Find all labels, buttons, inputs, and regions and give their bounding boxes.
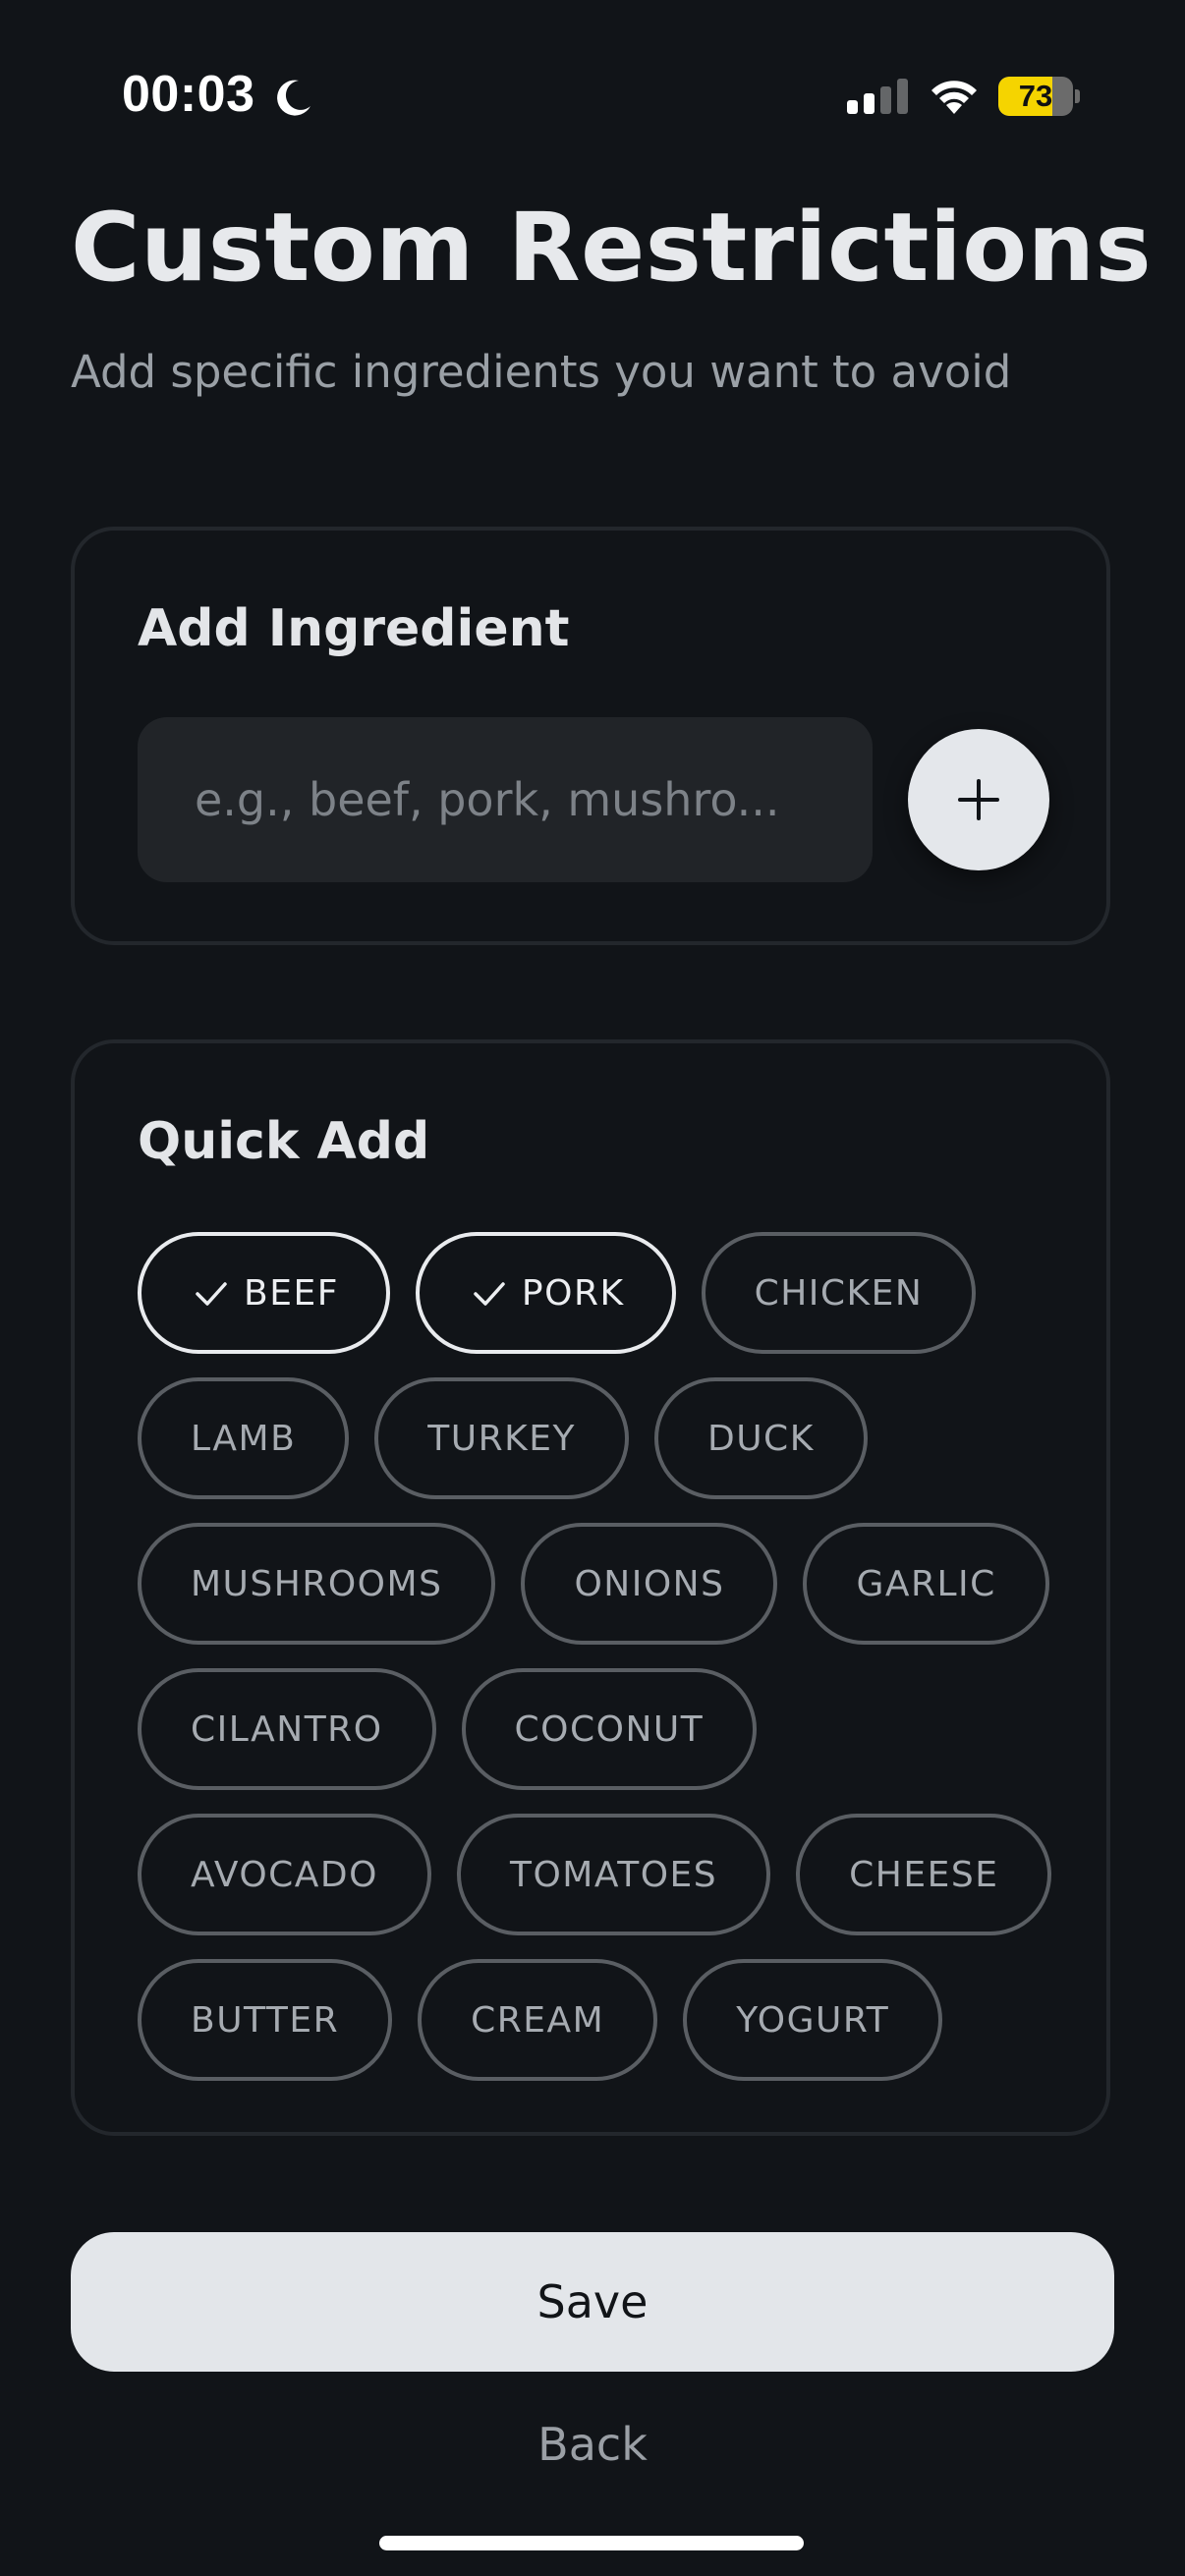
chip-tomatoes[interactable]: TOMATOES xyxy=(456,1814,771,1935)
home-indicator xyxy=(379,2536,804,2550)
battery-body: 73 xyxy=(998,77,1073,116)
chip-yogurt[interactable]: YOGURT xyxy=(683,1959,943,2081)
chip-label: MUSHROOMS xyxy=(191,1563,443,1604)
battery-icon: 73 xyxy=(998,77,1080,116)
battery-percent: 73 xyxy=(1018,79,1053,113)
chip-avocado[interactable]: AVOCADO xyxy=(138,1814,431,1935)
chip-duck[interactable]: DUCK xyxy=(653,1377,868,1499)
status-bar: 00:03 73 xyxy=(0,0,1185,187)
check-icon xyxy=(474,1282,505,1306)
battery-cap xyxy=(1075,89,1080,103)
chip-label: CHEESE xyxy=(849,1854,999,1895)
chip-label: LAMB xyxy=(191,1418,297,1459)
chip-label: CREAM xyxy=(471,1999,605,2041)
status-time: 00:03 xyxy=(122,66,255,123)
chip-onions[interactable]: ONIONS xyxy=(521,1523,778,1645)
chip-label: DUCK xyxy=(706,1418,815,1459)
chip-cilantro[interactable]: CILANTRO xyxy=(138,1668,436,1790)
chip-coconut[interactable]: COCONUT xyxy=(461,1668,758,1790)
chip-lamb[interactable]: LAMB xyxy=(138,1377,350,1499)
chip-label: ONIONS xyxy=(574,1563,725,1604)
chip-label: PORK xyxy=(521,1272,625,1314)
chip-chicken[interactable]: CHICKEN xyxy=(701,1232,977,1354)
chip-label: CILANTRO xyxy=(191,1708,383,1750)
signal-icon xyxy=(847,79,908,114)
page-title: Custom Restrictions xyxy=(71,193,1153,303)
save-button[interactable]: Save xyxy=(71,2232,1114,2372)
chip-label: BUTTER xyxy=(191,1999,340,2041)
chip-label: TURKEY xyxy=(427,1418,576,1459)
chip-beef[interactable]: BEEF xyxy=(138,1232,390,1354)
chip-label: AVOCADO xyxy=(191,1854,378,1895)
moon-icon xyxy=(277,80,310,116)
quick-add-chips: BEEF PORK CHICKEN LAMB TURKEY DUCK MUSHROOMS ON… xyxy=(138,1232,1061,2081)
page-subtitle: Add specific ingredients you want to avo… xyxy=(71,346,1012,398)
chip-mushrooms[interactable]: MUSHROOMS xyxy=(138,1523,496,1645)
chip-cheese[interactable]: CHEESE xyxy=(796,1814,1052,1935)
add-ingredient-heading: Add Ingredient xyxy=(138,599,570,658)
plus-icon xyxy=(958,779,999,820)
ingredient-input[interactable] xyxy=(138,717,873,882)
check-icon xyxy=(196,1282,227,1306)
quick-add-card: Quick Add BEEF PORK CHICKEN LAMB TURKEY DUCK M… xyxy=(71,1039,1110,2136)
add-ingredient-button[interactable] xyxy=(908,729,1049,870)
chip-label: COCONUT xyxy=(514,1708,705,1750)
wifi-icon xyxy=(931,81,977,114)
chip-label: CHICKEN xyxy=(754,1272,924,1314)
add-ingredient-card: Add Ingredient xyxy=(71,527,1110,945)
back-button[interactable]: Back xyxy=(445,2405,740,2484)
chip-pork[interactable]: PORK xyxy=(415,1232,676,1354)
chip-butter[interactable]: BUTTER xyxy=(138,1959,393,2081)
chip-label: YOGURT xyxy=(736,1999,890,2041)
chip-turkey[interactable]: TURKEY xyxy=(374,1377,629,1499)
quick-add-heading: Quick Add xyxy=(138,1112,430,1171)
chip-garlic[interactable]: GARLIC xyxy=(803,1523,1049,1645)
chip-label: BEEF xyxy=(244,1272,339,1314)
chip-label: GARLIC xyxy=(856,1563,996,1604)
chip-label: TOMATOES xyxy=(509,1854,718,1895)
chip-cream[interactable]: CREAM xyxy=(418,1959,658,2081)
